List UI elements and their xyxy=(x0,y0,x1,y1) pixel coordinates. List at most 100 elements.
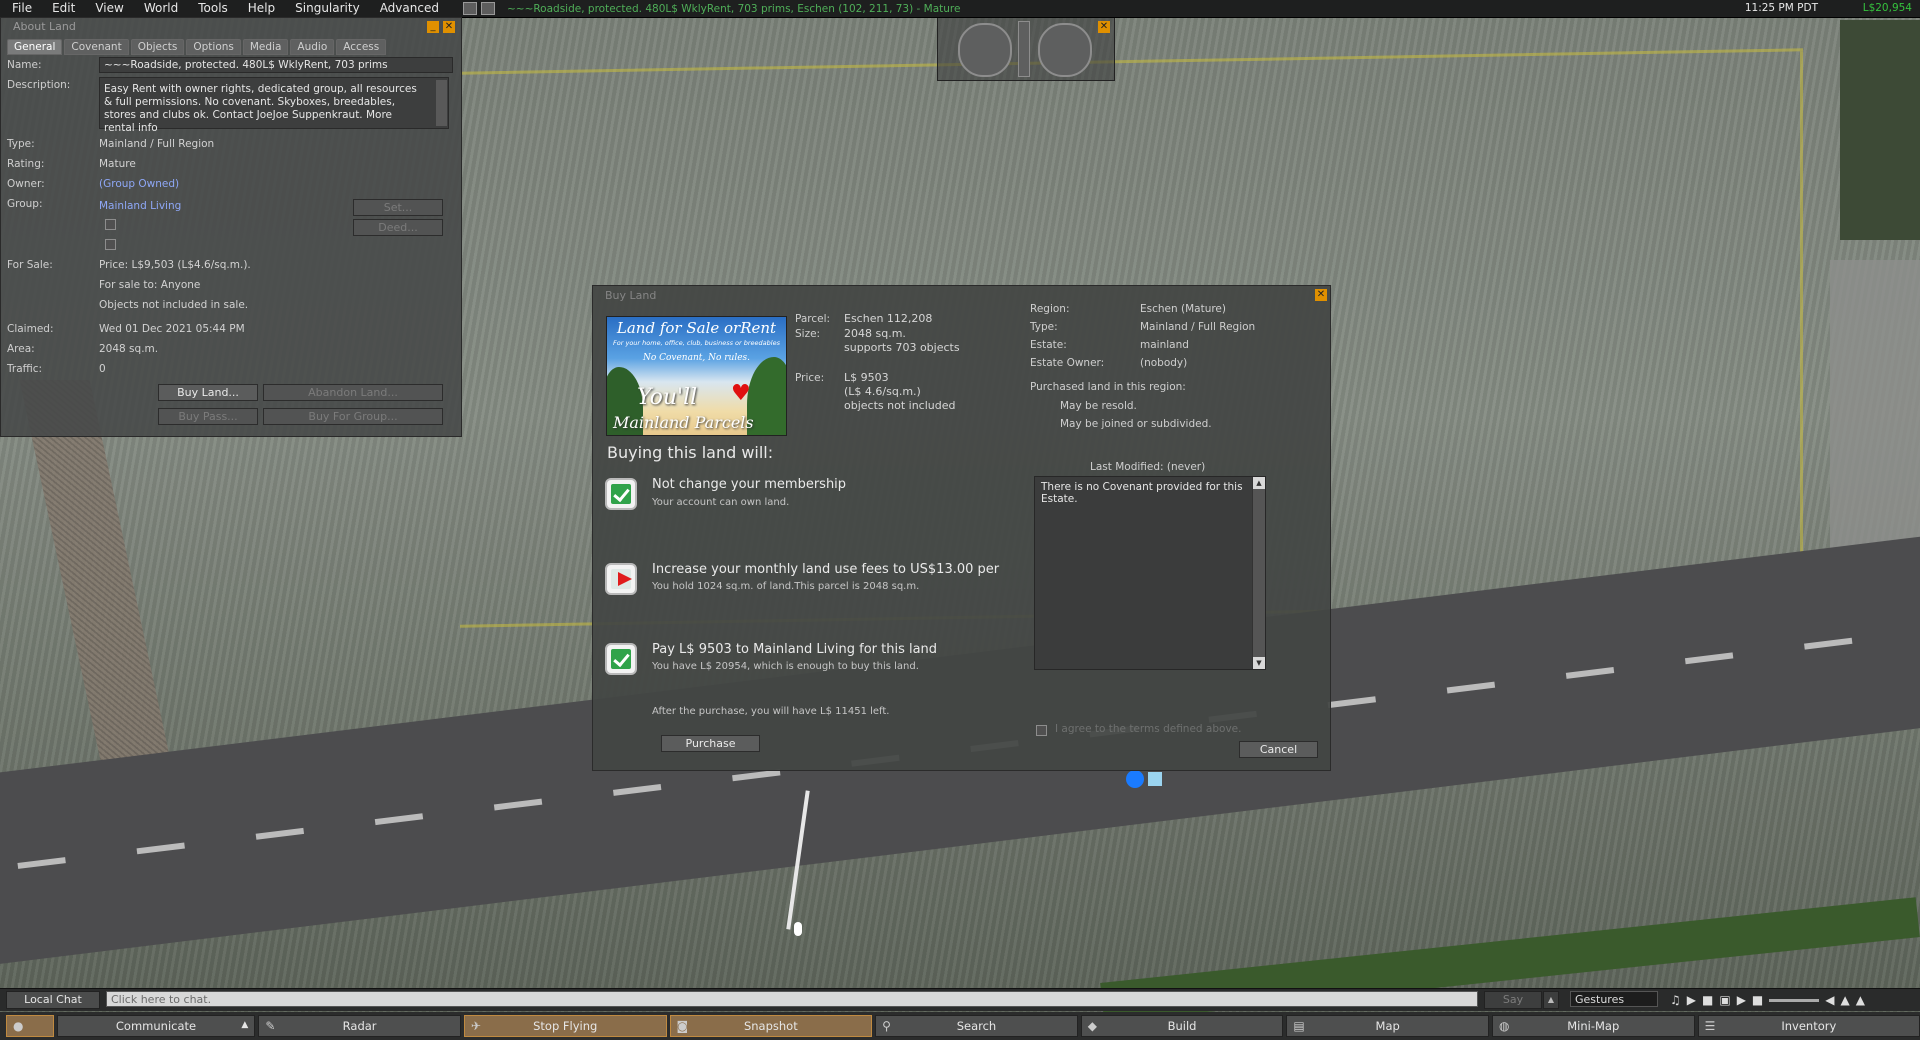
chevron-up-icon: ▲ xyxy=(241,1020,249,1030)
checkbox[interactable] xyxy=(105,219,116,230)
step-membership-title: Not change your membership xyxy=(652,477,847,492)
location-text[interactable]: ~~~Roadside, protected. 480L$ WklyRent, … xyxy=(507,3,961,15)
play-icon[interactable]: ▶ xyxy=(1687,993,1696,1007)
menu-singularity[interactable]: Singularity xyxy=(285,0,370,17)
stop-icon[interactable]: ■ xyxy=(1702,993,1713,1007)
chevron-up-icon[interactable]: ▲ xyxy=(1841,993,1850,1007)
heart-icon: ♥ xyxy=(731,381,751,406)
speak-button[interactable]: ● xyxy=(6,1015,54,1037)
name-field[interactable]: ~~~Roadside, protected. 480L$ WklyRent, … xyxy=(99,57,453,73)
buying-heading: Buying this land will: xyxy=(607,443,774,462)
purchase-button[interactable]: Purchase xyxy=(661,735,760,752)
buy-land-button[interactable]: Buy Land... xyxy=(158,384,258,401)
scroll-up-icon[interactable]: ▲ xyxy=(1253,477,1265,489)
area-label: Area: xyxy=(7,343,35,355)
ad-line: No Covenant, No rules. xyxy=(642,353,751,363)
balance[interactable]: L$20,954 xyxy=(1863,0,1912,17)
set-group-button[interactable]: Set... xyxy=(353,199,443,216)
owner-label: Owner: xyxy=(7,178,45,190)
menu-advanced[interactable]: Advanced xyxy=(370,0,449,17)
agree-checkbox[interactable] xyxy=(1036,725,1047,736)
chevron-up-icon[interactable]: ▲ xyxy=(1856,993,1865,1007)
close-icon[interactable]: ✕ xyxy=(1098,21,1110,33)
cancel-button[interactable]: Cancel xyxy=(1239,741,1318,758)
buy-for-group-button[interactable]: Buy For Group... xyxy=(263,408,443,425)
tab-covenant[interactable]: Covenant xyxy=(64,39,129,55)
minimize-icon[interactable]: _ xyxy=(427,21,439,33)
type-value: Mainland / Full Region xyxy=(99,138,215,150)
music-icon[interactable]: ♫ xyxy=(1670,993,1681,1007)
description-field[interactable]: Easy Rent with owner rights, dedicated g… xyxy=(99,77,449,134)
deed-button[interactable]: Deed... xyxy=(353,219,443,236)
marker xyxy=(1126,770,1144,788)
stop-icon[interactable]: ■ xyxy=(1752,993,1763,1007)
close-icon[interactable]: ✕ xyxy=(443,21,455,33)
menu-tools[interactable]: Tools xyxy=(188,0,238,17)
snapshot-button[interactable]: ◙ Snapshot xyxy=(669,1015,873,1037)
menu-world[interactable]: World xyxy=(134,0,188,17)
estate-owner-label: Estate Owner: xyxy=(1030,357,1105,369)
last-modified: Last Modified: (never) xyxy=(1090,461,1206,473)
close-icon[interactable]: ✕ xyxy=(1315,289,1327,301)
pan-control[interactable] xyxy=(1038,23,1092,77)
volume-slider[interactable] xyxy=(1769,998,1820,1002)
gestures-dropdown[interactable]: Gestures xyxy=(1570,991,1658,1007)
step-fees-title: Increase your monthly land use fees to U… xyxy=(652,562,1000,577)
home-icon[interactable] xyxy=(480,2,495,15)
minimap-label: Mini-Map xyxy=(1567,1019,1620,1033)
menu-edit[interactable]: Edit xyxy=(42,0,85,17)
about-land-window: About Land _ ✕ General Covenant Objects … xyxy=(0,17,462,437)
radar-button[interactable]: ✎ Radar xyxy=(258,1015,461,1037)
tab-audio[interactable]: Audio xyxy=(290,39,335,55)
say-button[interactable]: Say xyxy=(1484,991,1542,1009)
group-link[interactable]: Mainland Living xyxy=(99,200,181,212)
checkbox[interactable] xyxy=(105,239,116,250)
media-icon[interactable]: ▣ xyxy=(1719,993,1730,1007)
chat-input[interactable]: Click here to chat. xyxy=(106,991,1478,1007)
scrollbar[interactable]: ▲ ▼ xyxy=(1252,477,1265,669)
tab-access[interactable]: Access xyxy=(336,39,387,55)
may-be-joined: May be joined or subdivided. xyxy=(1060,418,1212,430)
minimap-button[interactable]: ◍ Mini-Map xyxy=(1491,1015,1695,1037)
tab-objects[interactable]: Objects xyxy=(130,39,185,55)
orbit-control[interactable] xyxy=(958,23,1012,77)
abandon-land-button[interactable]: Abandon Land... xyxy=(263,384,443,401)
region-label: Region: xyxy=(1030,303,1070,315)
speech-bubble-icon: ● xyxy=(13,1019,24,1033)
tab-general[interactable]: General xyxy=(7,39,63,55)
parcel-image: Land for Sale orRent For your home, offi… xyxy=(606,316,787,436)
estate-label: Estate: xyxy=(1030,339,1067,351)
build-button[interactable]: ◆ Build xyxy=(1080,1015,1284,1037)
search-button[interactable]: ⚲ Search xyxy=(875,1015,1078,1037)
cliff xyxy=(1840,20,1920,240)
chevron-up-icon[interactable]: ▲ xyxy=(1543,991,1559,1009)
map-button[interactable]: ▤ Map xyxy=(1286,1015,1489,1037)
inventory-button[interactable]: ☰ Inventory xyxy=(1697,1015,1920,1037)
build-icon[interactable] xyxy=(462,2,477,15)
objects-sale-text: Objects not included in sale. xyxy=(99,299,249,311)
speaker-icon[interactable]: ◀ xyxy=(1825,993,1834,1007)
menu-file[interactable]: File xyxy=(0,0,42,17)
claimed-value: Wed 01 Dec 2021 05:44 PM xyxy=(99,323,245,335)
price-text: Price: L$9,503 (L$4.6/sq.m.). xyxy=(99,259,251,271)
step-fees-sub: You hold 1024 sq.m. of land.This parcel … xyxy=(652,581,920,592)
tab-media[interactable]: Media xyxy=(242,39,289,55)
traffic-label: Traffic: xyxy=(7,363,43,375)
may-be-resold: May be resold. xyxy=(1060,400,1137,412)
covenant-text: There is no Covenant provided for this E… xyxy=(1041,481,1243,505)
zoom-slider[interactable] xyxy=(1018,21,1030,77)
tab-options[interactable]: Options xyxy=(186,39,241,55)
buy-pass-button[interactable]: Buy Pass... xyxy=(158,408,258,425)
owner-link[interactable]: (Group Owned) xyxy=(99,178,179,190)
description-label: Description: xyxy=(7,79,71,91)
menu-help[interactable]: Help xyxy=(238,0,285,17)
local-chat-button[interactable]: Local Chat xyxy=(6,991,100,1009)
menu-view[interactable]: View xyxy=(85,0,133,17)
scrollbar[interactable] xyxy=(436,80,447,126)
area-value: 2048 sq.m. xyxy=(99,343,159,355)
stop-flying-button[interactable]: ✈ Stop Flying xyxy=(463,1015,667,1037)
play-icon[interactable]: ▶ xyxy=(1737,993,1746,1007)
communicate-button[interactable]: Communicate ▲ xyxy=(56,1015,256,1037)
scroll-down-icon[interactable]: ▼ xyxy=(1253,657,1265,669)
covenant-text-box[interactable]: There is no Covenant provided for this E… xyxy=(1034,476,1266,670)
